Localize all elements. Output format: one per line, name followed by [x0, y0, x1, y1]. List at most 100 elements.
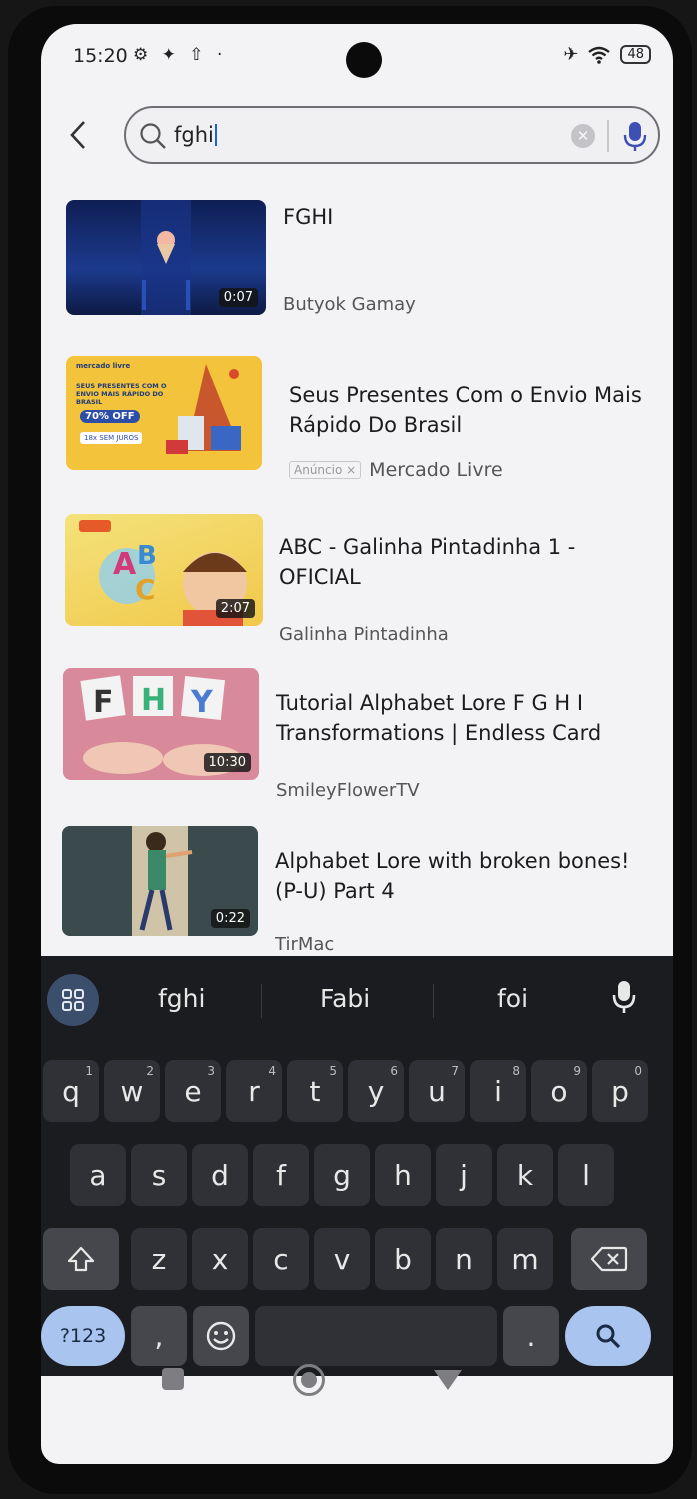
suggestion-strip: fghi Fabi foi: [41, 956, 673, 1034]
emoji-icon: [206, 1321, 236, 1351]
video-title[interactable]: ABC - Galinha Pintadinha 1 - OFICIAL: [279, 532, 639, 592]
voice-search-mic-icon[interactable]: [620, 120, 650, 152]
wifi-icon: [588, 46, 611, 64]
key-u[interactable]: u7: [409, 1060, 465, 1122]
phone-frame: 15:20 ⚙ ✦ ⇧ · ✈ 48 fghi ✕ 0:07 FGHI Buty…: [8, 6, 692, 1494]
key-n[interactable]: n: [436, 1228, 492, 1290]
video-thumbnail[interactable]: 0:07: [66, 200, 266, 315]
key-j[interactable]: j: [436, 1144, 492, 1206]
key-r[interactable]: r4: [226, 1060, 282, 1122]
status-bar: 15:20 ⚙ ✦ ⇧ · ✈ 48: [41, 24, 673, 78]
channel-name[interactable]: SmileyFlowerTV: [276, 780, 420, 801]
screen: 15:20 ⚙ ✦ ⇧ · ✈ 48 fghi ✕ 0:07 FGHI Buty…: [41, 24, 673, 1464]
status-notification-icons: ⚙ ✦ ⇧ ·: [133, 45, 227, 65]
svg-text:H: H: [141, 683, 166, 718]
symbols-key[interactable]: ?123: [41, 1306, 125, 1366]
soft-keyboard: fghi Fabi foi q1 w2 e3 r4 t5 y6 u7 i8 o9: [41, 956, 673, 1376]
shift-key[interactable]: [43, 1228, 119, 1290]
front-camera: [346, 42, 382, 78]
svg-text:A: A: [113, 547, 137, 582]
ad-advertiser[interactable]: Anúncio × Mercado Livre: [289, 459, 503, 481]
close-icon: ✕: [576, 127, 590, 145]
chevron-left-icon: [70, 121, 85, 149]
video-duration: 10:30: [203, 753, 251, 772]
video-duration: 2:07: [215, 599, 255, 618]
channel-name[interactable]: TirMac: [275, 934, 334, 955]
keyboard-mic-icon[interactable]: [609, 978, 639, 1016]
grid-icon: [62, 989, 84, 1011]
suggestion-divider: [433, 984, 434, 1018]
ad-thumbnail-headline: SEUS PRESENTES COM O ENVIO MAIS RÁPIDO D…: [76, 382, 167, 406]
key-x[interactable]: x: [192, 1228, 248, 1290]
key-g[interactable]: g: [314, 1144, 370, 1206]
key-v[interactable]: v: [314, 1228, 370, 1290]
period-key[interactable]: .: [503, 1306, 559, 1366]
ad-badge: Anúncio ×: [289, 461, 362, 479]
emoji-key[interactable]: [193, 1306, 249, 1366]
search-input[interactable]: fghi ✕: [124, 106, 660, 164]
key-w[interactable]: w2: [104, 1060, 160, 1122]
key-f[interactable]: f: [253, 1144, 309, 1206]
backspace-key[interactable]: [571, 1228, 647, 1290]
comma-key[interactable]: ,: [131, 1306, 187, 1366]
ad-thumbnail-offer: 70% OFF: [80, 410, 140, 423]
airplane-icon: ✈: [563, 44, 579, 65]
ad-thumbnail-installments: 18x SEM JUROS: [80, 432, 143, 444]
video-thumbnail[interactable]: A B C 2:07: [65, 514, 263, 626]
video-duration: 0:07: [218, 288, 258, 307]
search-icon: [140, 123, 166, 149]
key-z[interactable]: z: [131, 1228, 187, 1290]
ad-thumbnail-brand: mercado livre: [76, 362, 131, 370]
ad-thumbnail[interactable]: mercado livre SEUS PRESENTES COM O ENVIO…: [66, 356, 262, 470]
shift-icon: [67, 1246, 95, 1272]
key-c[interactable]: c: [253, 1228, 309, 1290]
search-divider: [607, 120, 609, 152]
home-button[interactable]: [293, 1364, 325, 1396]
clear-search-button[interactable]: ✕: [571, 124, 595, 148]
key-a[interactable]: a: [70, 1144, 126, 1206]
suggestion-2[interactable]: Fabi: [320, 984, 370, 1013]
svg-text:F: F: [93, 685, 114, 720]
key-o[interactable]: o9: [531, 1060, 587, 1122]
video-title[interactable]: Alphabet Lore with broken bones! (P-U) P…: [275, 846, 655, 906]
search-query-text: fghi: [174, 123, 217, 147]
key-q[interactable]: q1: [43, 1060, 99, 1122]
channel-name[interactable]: Galinha Pintadinha: [279, 624, 449, 645]
video-thumbnail[interactable]: 0:22: [62, 826, 258, 936]
video-title[interactable]: Tutorial Alphabet Lore F G H I Transform…: [276, 688, 656, 748]
video-thumbnail[interactable]: F H Y 10:30: [63, 668, 259, 780]
svg-text:Y: Y: [190, 685, 214, 720]
search-submit-key[interactable]: [565, 1306, 651, 1366]
key-d[interactable]: d: [192, 1144, 248, 1206]
key-s[interactable]: s: [131, 1144, 187, 1206]
text-cursor: [214, 124, 217, 146]
video-title[interactable]: FGHI: [283, 202, 653, 232]
key-h[interactable]: h: [375, 1144, 431, 1206]
status-time: 15:20: [73, 45, 128, 67]
back-nav-button[interactable]: [434, 1370, 462, 1390]
keyboard-apps-button[interactable]: [47, 974, 99, 1026]
key-i[interactable]: i8: [470, 1060, 526, 1122]
backspace-icon: [590, 1246, 628, 1272]
key-k[interactable]: k: [497, 1144, 553, 1206]
status-right-icons: ✈ 48: [563, 44, 651, 65]
key-l[interactable]: l: [558, 1144, 614, 1206]
key-m[interactable]: m: [497, 1228, 553, 1290]
ad-title[interactable]: Seus Presentes Com o Envio Mais Rápido D…: [289, 380, 657, 440]
back-button[interactable]: [63, 114, 93, 156]
battery-indicator: 48: [620, 45, 651, 64]
suggestion-1[interactable]: fghi: [158, 984, 205, 1013]
key-t[interactable]: t5: [287, 1060, 343, 1122]
suggestion-3[interactable]: foi: [497, 984, 528, 1013]
svg-text:C: C: [135, 573, 156, 606]
key-y[interactable]: y6: [348, 1060, 404, 1122]
key-p[interactable]: p0: [592, 1060, 648, 1122]
suggestion-divider: [261, 984, 262, 1018]
key-e[interactable]: e3: [165, 1060, 221, 1122]
video-duration: 0:22: [210, 909, 250, 928]
channel-name[interactable]: Butyok Gamay: [283, 294, 416, 315]
search-icon: [596, 1324, 621, 1349]
recents-button[interactable]: [162, 1368, 184, 1390]
key-b[interactable]: b: [375, 1228, 431, 1290]
space-key[interactable]: [255, 1306, 497, 1366]
